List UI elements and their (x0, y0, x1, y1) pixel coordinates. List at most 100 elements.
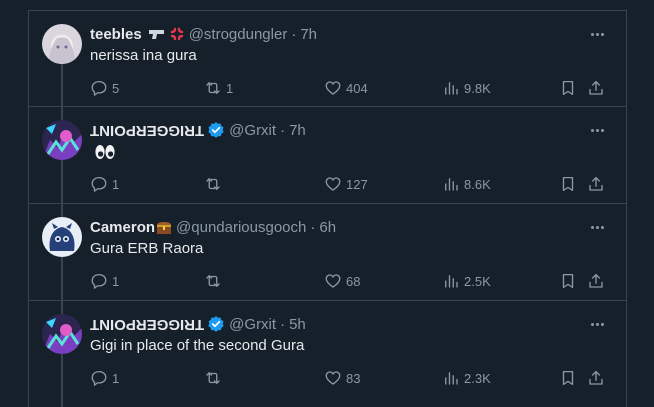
display-name[interactable]: TRIGGERPOINT (90, 122, 204, 139)
analytics-icon (445, 82, 458, 95)
like-button[interactable]: 127 (324, 174, 368, 194)
tweet[interactable]: Cameron @qundariousgooch · 6h Gura ERB R… (29, 204, 626, 301)
user-handle[interactable]: @Grxit (229, 316, 276, 333)
avatar[interactable] (42, 24, 82, 64)
share-icon (589, 176, 603, 191)
views-button[interactable]: 8.6K (442, 174, 491, 194)
tweet-actions: 1 127 8.6K (90, 174, 612, 194)
view-count: 2.5K (464, 273, 491, 289)
bookmark-icon (562, 80, 574, 96)
separator-dot: · (310, 218, 316, 236)
analytics-icon (445, 275, 458, 288)
more-options-icon[interactable] (588, 220, 606, 234)
view-count: 2.3K (464, 370, 491, 386)
tweet-header: teebles @strogdungler · 7h (90, 24, 317, 44)
more-options-icon[interactable] (588, 317, 606, 331)
reply-button[interactable]: 1 (90, 174, 119, 194)
timestamp[interactable]: 6h (319, 219, 336, 236)
reply-count: 1 (112, 176, 120, 192)
separator-dot: · (291, 25, 297, 43)
reply-count: 1 (112, 273, 120, 289)
tweet-header: TRIGGERPOINT @Grxit · 5h (90, 314, 306, 334)
avatar[interactable] (42, 314, 82, 354)
tweet[interactable]: teebles @strogdungler · 7h nerissa ina g… (29, 11, 626, 107)
tweet-text: Gigi in place of the second Gura (90, 337, 305, 354)
retweet-count: 1 (226, 80, 234, 96)
retweet-button[interactable] (204, 174, 226, 194)
bookmark-icon (562, 273, 574, 289)
reply-count: 1 (112, 370, 120, 386)
tweet-text: 👀 (90, 143, 116, 165)
treasure-chest-icon (156, 219, 172, 235)
share-button[interactable] (587, 368, 605, 388)
reply-icon (91, 273, 107, 289)
analytics-icon (445, 372, 458, 385)
tweet[interactable]: TRIGGERPOINT @Grxit · 5h Gigi in place o… (29, 301, 626, 407)
views-button[interactable]: 2.5K (442, 271, 491, 291)
retweet-button[interactable]: 1 (204, 78, 233, 98)
like-count: 404 (346, 80, 368, 96)
reply-button[interactable]: 5 (90, 78, 119, 98)
reply-icon (91, 176, 107, 192)
share-icon (589, 80, 603, 95)
heart-icon (325, 177, 341, 191)
bookmark-icon (562, 176, 574, 192)
eyes-icon (95, 145, 115, 159)
view-count: 8.6K (464, 176, 491, 192)
bookmark-button[interactable] (559, 271, 577, 291)
like-count: 127 (346, 176, 368, 192)
heart-icon (325, 274, 341, 288)
share-button[interactable] (587, 78, 605, 98)
timestamp[interactable]: 7h (300, 26, 317, 43)
analytics-icon (445, 178, 458, 191)
tweet-text: nerissa ina gura (90, 47, 197, 64)
tweet-header: Cameron @qundariousgooch · 6h (90, 217, 336, 237)
verified-badge-icon (207, 315, 225, 333)
tweet-actions: 5 1 404 9.8K (90, 78, 612, 98)
reply-button[interactable]: 1 (90, 271, 119, 291)
timestamp[interactable]: 5h (289, 316, 306, 333)
views-button[interactable]: 2.3K (442, 368, 491, 388)
bookmark-button[interactable] (559, 368, 577, 388)
tweet-header: TRIGGERPOINT @Grxit · 7h (90, 120, 306, 140)
share-icon (589, 370, 603, 385)
like-button[interactable]: 404 (324, 78, 368, 98)
separator-dot: · (280, 121, 286, 139)
retweet-icon (206, 372, 220, 384)
tweet[interactable]: TRIGGERPOINT @Grxit · 7h 👀 1 127 8.6K (29, 107, 626, 204)
like-button[interactable]: 68 (324, 271, 360, 291)
like-count: 68 (346, 273, 361, 289)
separator-dot: · (280, 315, 286, 333)
avatar[interactable] (42, 120, 82, 160)
user-handle[interactable]: @strogdungler (189, 26, 288, 43)
retweet-icon (206, 82, 220, 94)
more-options-icon[interactable] (588, 123, 606, 137)
retweet-icon (206, 178, 220, 190)
display-name[interactable]: TRIGGERPOINT (90, 316, 204, 333)
reply-count: 5 (112, 80, 120, 96)
user-handle[interactable]: @Grxit (229, 122, 276, 139)
reply-icon (91, 80, 107, 96)
tweet-text: Gura ERB Raora (90, 240, 204, 257)
display-name[interactable]: teebles (90, 26, 142, 43)
like-button[interactable]: 83 (324, 368, 360, 388)
avatar[interactable] (42, 217, 82, 257)
verified-badge-icon (207, 121, 225, 139)
retweet-button[interactable] (204, 368, 226, 388)
pistol-icon (148, 27, 166, 41)
more-options-icon[interactable] (588, 27, 606, 41)
reply-button[interactable]: 1 (90, 368, 119, 388)
bookmark-button[interactable] (559, 174, 577, 194)
views-button[interactable]: 9.8K (442, 78, 491, 98)
share-icon (589, 273, 603, 288)
display-name[interactable]: Cameron (90, 219, 155, 236)
heart-icon (325, 81, 341, 95)
timestamp[interactable]: 7h (289, 122, 306, 139)
user-handle[interactable]: @qundariousgooch (176, 219, 306, 236)
share-button[interactable] (587, 174, 605, 194)
bookmark-button[interactable] (559, 78, 577, 98)
tweet-actions: 1 83 2.3K (90, 368, 612, 388)
share-button[interactable] (587, 271, 605, 291)
retweet-button[interactable] (204, 271, 226, 291)
bookmark-icon (562, 370, 574, 386)
